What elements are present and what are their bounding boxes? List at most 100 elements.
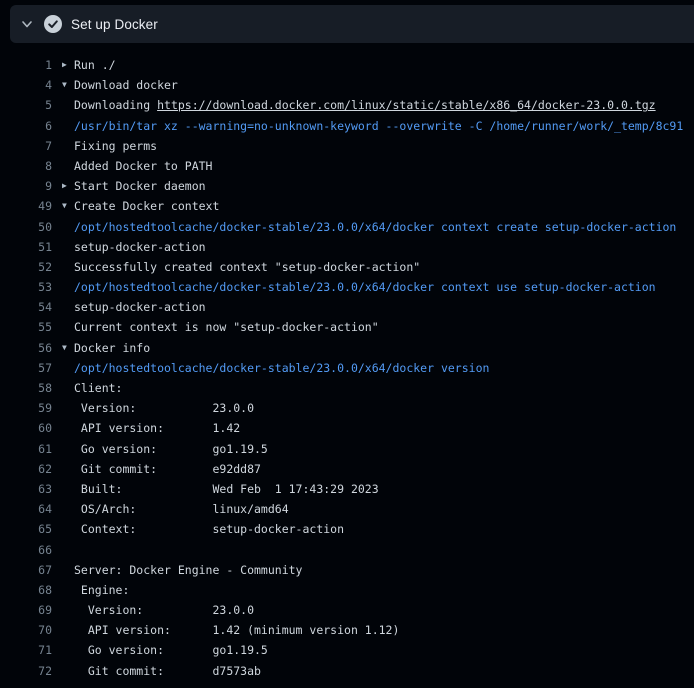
log-line: 51 setup-docker-action	[0, 237, 694, 257]
log-line-text: Docker info	[74, 338, 150, 358]
line-number[interactable]: 64	[0, 499, 52, 519]
log-line-text: Start Docker daemon	[74, 176, 206, 196]
log-line[interactable]: 56 ▼Docker info	[0, 338, 694, 358]
collapse-toggle-icon[interactable]: ▼	[62, 196, 74, 216]
log-line: 59 Version: 23.0.0	[0, 398, 694, 418]
line-number[interactable]: 59	[0, 398, 52, 418]
log-line-text: Version: 23.0.0	[74, 398, 254, 418]
chevron-down-icon[interactable]	[21, 18, 33, 30]
line-number[interactable]: 56	[0, 338, 52, 358]
log-line-text: Fixing perms	[74, 136, 157, 156]
log-line[interactable]: 49 ▼Create Docker context	[0, 196, 694, 216]
line-number[interactable]: 51	[0, 237, 52, 257]
line-number[interactable]: 71	[0, 640, 52, 660]
marker-spacer	[62, 620, 74, 640]
line-number[interactable]: 7	[0, 136, 52, 156]
marker-spacer	[62, 418, 74, 438]
line-number[interactable]: 63	[0, 479, 52, 499]
log-line: 55 Current context is now "setup-docker-a…	[0, 317, 694, 337]
plain-text: Git commit: d7573ab	[74, 664, 261, 678]
log-line: 57/opt/hostedtoolcache/docker-stable/23.…	[0, 358, 694, 378]
log-line: 66	[0, 540, 694, 560]
plain-text: Current context is now "setup-docker-act…	[74, 320, 379, 334]
log-line: 69 Version: 23.0.0	[0, 600, 694, 620]
log-line[interactable]: 4 ▼Download docker	[0, 75, 694, 95]
check-circle-icon	[44, 15, 62, 33]
log-line: 50/opt/hostedtoolcache/docker-stable/23.…	[0, 217, 694, 237]
log-line: 68 Engine:	[0, 580, 694, 600]
marker-spacer	[62, 116, 74, 136]
log-line: 5 Downloading https://download.docker.com…	[0, 95, 694, 115]
log-line-text: /opt/hostedtoolcache/docker-stable/23.0.…	[74, 358, 489, 378]
line-number[interactable]: 8	[0, 156, 52, 176]
line-number[interactable]: 69	[0, 600, 52, 620]
log-line[interactable]: 9 ▶Start Docker daemon	[0, 176, 694, 196]
line-number[interactable]: 65	[0, 519, 52, 539]
line-number[interactable]: 55	[0, 317, 52, 337]
line-number[interactable]: 70	[0, 620, 52, 640]
log-line: 71 Go version: go1.19.5	[0, 640, 694, 660]
marker-spacer	[62, 257, 74, 277]
line-number[interactable]: 50	[0, 217, 52, 237]
marker-spacer	[62, 297, 74, 317]
step-header[interactable]: Set up Docker	[10, 5, 694, 43]
line-number[interactable]: 66	[0, 540, 52, 560]
log-line: 64 OS/Arch: linux/amd64	[0, 499, 694, 519]
line-number[interactable]: 49	[0, 196, 52, 216]
line-number[interactable]: 68	[0, 580, 52, 600]
log-line: 8 Added Docker to PATH	[0, 156, 694, 176]
line-number[interactable]: 67	[0, 560, 52, 580]
log-line-prefix: Downloading	[74, 98, 157, 112]
marker-spacer	[62, 378, 74, 398]
log-line: 65 Context: setup-docker-action	[0, 519, 694, 539]
line-number[interactable]: 54	[0, 297, 52, 317]
line-number[interactable]: 9	[0, 176, 52, 196]
log-line-text: Git commit: d7573ab	[74, 661, 261, 681]
marker-spacer	[62, 580, 74, 600]
plain-text: Create Docker context	[74, 199, 219, 213]
marker-spacer	[62, 398, 74, 418]
log-line-text: setup-docker-action	[74, 297, 206, 317]
marker-spacer	[62, 459, 74, 479]
line-number[interactable]: 1	[0, 55, 52, 75]
line-number[interactable]: 6	[0, 116, 52, 136]
plain-text: Go version: go1.19.5	[74, 643, 268, 657]
plain-text: API version: 1.42 (minimum version 1.12)	[74, 623, 399, 637]
plain-text: Client:	[74, 381, 122, 395]
log-line-text: /opt/hostedtoolcache/docker-stable/23.0.…	[74, 277, 656, 297]
marker-spacer	[62, 600, 74, 620]
marker-spacer	[62, 237, 74, 257]
line-number[interactable]: 57	[0, 358, 52, 378]
log-line[interactable]: 1 ▶Run ./	[0, 55, 694, 75]
step-title: Set up Docker	[71, 17, 158, 32]
log-lines: 1▶Run ./4▼Download docker5Downloading ht…	[0, 43, 694, 681]
marker-spacer	[62, 317, 74, 337]
log-line: 60 API version: 1.42	[0, 418, 694, 438]
line-number[interactable]: 62	[0, 459, 52, 479]
line-number[interactable]: 4	[0, 75, 52, 95]
marker-spacer	[62, 217, 74, 237]
log-line-text: Go version: go1.19.5	[74, 439, 268, 459]
line-number[interactable]: 53	[0, 277, 52, 297]
log-line: 72 Git commit: d7573ab	[0, 661, 694, 681]
expand-toggle-icon[interactable]: ▶	[62, 55, 74, 75]
line-number[interactable]: 5	[0, 95, 52, 115]
line-number[interactable]: 61	[0, 439, 52, 459]
collapse-toggle-icon[interactable]: ▼	[62, 75, 74, 95]
line-number[interactable]: 52	[0, 257, 52, 277]
line-number[interactable]: 60	[0, 418, 52, 438]
log-line-text: Added Docker to PATH	[74, 156, 212, 176]
line-number[interactable]: 58	[0, 378, 52, 398]
line-number[interactable]: 72	[0, 661, 52, 681]
plain-text: Built: Wed Feb 1 17:43:29 2023	[74, 482, 379, 496]
expand-toggle-icon[interactable]: ▶	[62, 176, 74, 196]
marker-spacer	[62, 358, 74, 378]
plain-text: Download docker	[74, 78, 178, 92]
collapse-toggle-icon[interactable]: ▼	[62, 338, 74, 358]
download-url-link[interactable]: https://download.docker.com/linux/static…	[157, 98, 656, 112]
log-line: 58 Client:	[0, 378, 694, 398]
marker-spacer	[62, 640, 74, 660]
plain-text: setup-docker-action	[74, 240, 206, 254]
log-line-text: Run ./	[74, 55, 116, 75]
plain-text: Docker info	[74, 341, 150, 355]
